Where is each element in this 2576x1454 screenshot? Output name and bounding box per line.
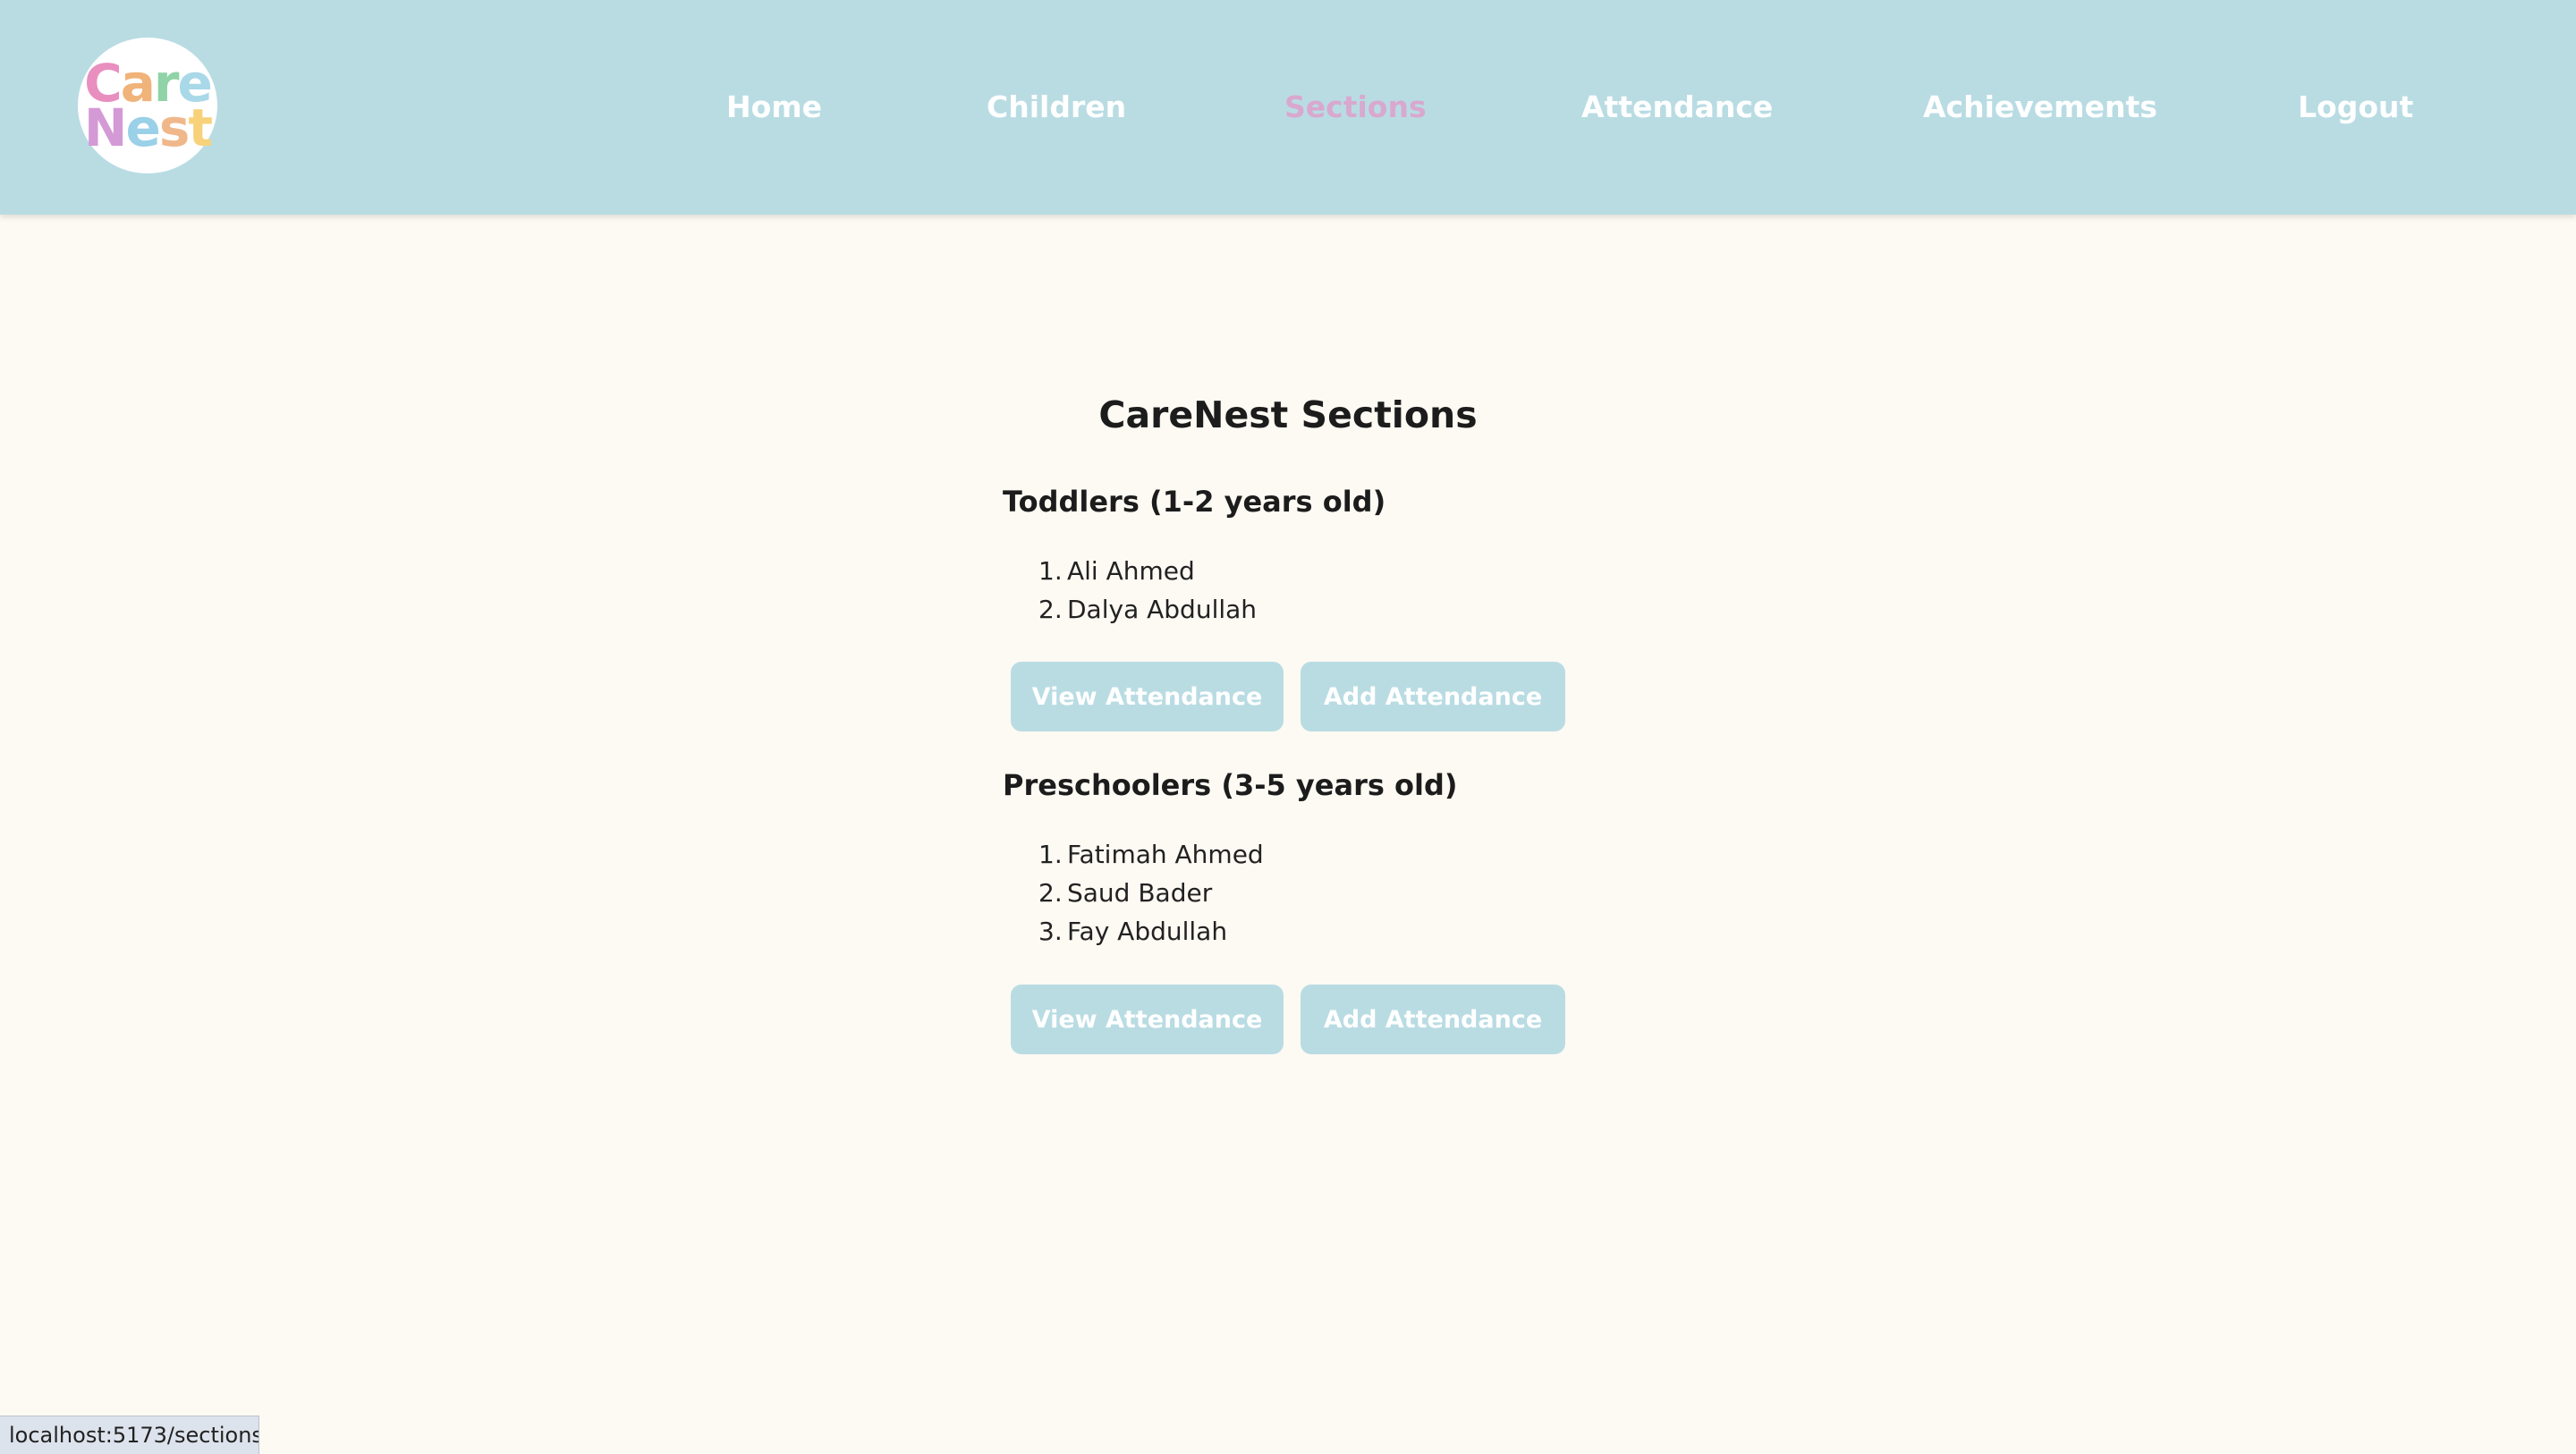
carenest-logo[interactable]: Care Nest <box>78 38 217 173</box>
nav-link-children[interactable]: Children <box>987 88 1126 127</box>
list-item: 1. Ali Ahmed <box>1038 552 1257 590</box>
list-number: 3. <box>1038 917 1063 946</box>
child-name: Dalya Abdullah <box>1067 595 1258 624</box>
top-navbar: Care Nest Home Children Sections Attenda… <box>0 0 2576 215</box>
nav-link-sections[interactable]: Sections <box>1284 88 1427 127</box>
section-heading-toddlers: Toddlers (1-2 years old) <box>1003 485 1386 519</box>
children-list-toddlers: 1. Ali Ahmed 2. Dalya Abdullah <box>1038 552 1258 629</box>
add-attendance-button[interactable]: Add Attendance <box>1301 662 1565 731</box>
add-attendance-button[interactable]: Add Attendance <box>1301 985 1565 1054</box>
logo-letter: t <box>188 97 213 158</box>
list-number: 2. <box>1038 595 1063 624</box>
nav-link-achievements[interactable]: Achievements <box>1923 88 2157 127</box>
page-title: CareNest Sections <box>1098 393 1478 436</box>
nav-link-logout[interactable]: Logout <box>2298 88 2413 127</box>
list-number: 2. <box>1038 878 1063 908</box>
status-bar-url: localhost:5173/sections <box>0 1416 259 1454</box>
child-name: Saud Bader <box>1067 878 1213 908</box>
logo-line-2: Nest <box>84 102 213 154</box>
nav-link-attendance[interactable]: Attendance <box>1581 88 1773 127</box>
list-number: 1. <box>1038 840 1063 869</box>
logo-letter: e <box>125 97 160 158</box>
list-number: 1. <box>1038 556 1063 586</box>
child-name: Fatimah Ahmed <box>1067 840 1264 869</box>
child-name: Fay Abdullah <box>1067 917 1228 946</box>
nav-link-home[interactable]: Home <box>726 88 822 127</box>
child-name: Ali Ahmed <box>1067 556 1195 586</box>
logo-letter: s <box>158 97 191 158</box>
section-heading-preschoolers: Preschoolers (3-5 years old) <box>1003 768 1458 802</box>
list-item: 2. Saud Bader <box>1038 874 1264 912</box>
list-item: 3. Fay Abdullah <box>1038 912 1264 951</box>
children-list-preschoolers: 1. Fatimah Ahmed 2. Saud Bader 3. Fay Abdul… <box>1038 835 1264 951</box>
list-item: 2. Dalya Abdullah <box>1038 590 1258 629</box>
list-item: 1. Fatimah Ahmed <box>1038 835 1264 874</box>
view-attendance-button[interactable]: View Attendance <box>1011 662 1284 731</box>
logo-letter: N <box>83 97 128 158</box>
view-attendance-button[interactable]: View Attendance <box>1011 985 1284 1054</box>
